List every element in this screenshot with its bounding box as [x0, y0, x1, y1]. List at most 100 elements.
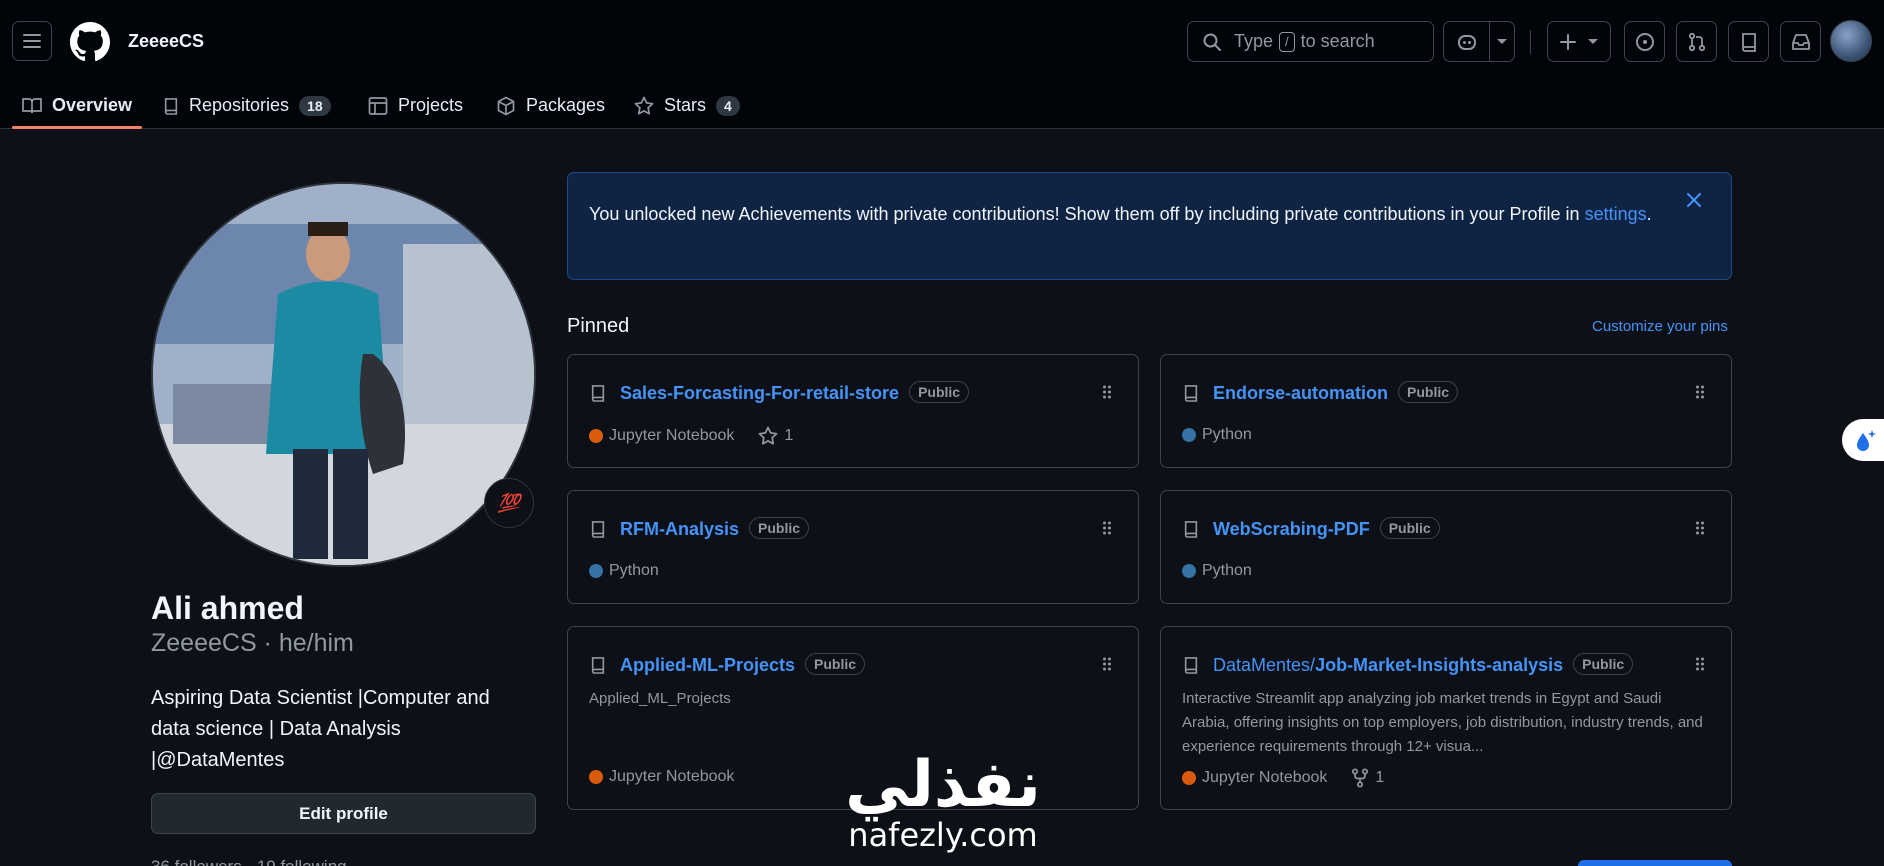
- package-icon: [497, 96, 515, 115]
- pinned-repo-link[interactable]: WebScrabing-PDF Public: [1213, 517, 1440, 540]
- pull-request-icon: [1688, 32, 1705, 51]
- star-icon: [634, 96, 654, 115]
- repo-icon: [591, 385, 605, 402]
- repo-name[interactable]: RFM-Analysis: [620, 519, 739, 539]
- context-owner[interactable]: ZeeeeCS: [128, 31, 204, 52]
- repo-icon: [591, 521, 605, 538]
- settings-link[interactable]: settings: [1585, 204, 1647, 224]
- tab-stars[interactable]: Stars 4: [634, 82, 740, 129]
- drag-handle[interactable]: [1102, 520, 1112, 536]
- profile-avatar[interactable]: [151, 182, 536, 567]
- pinned-repo-link[interactable]: Endorse-automation Public: [1213, 381, 1459, 404]
- pinned-repo-link[interactable]: Sales-Forcasting-For-retail-store Public: [620, 381, 970, 404]
- grip-icon: [1696, 521, 1704, 535]
- repo-meta: Python: [589, 562, 659, 580]
- menu-icon: [23, 34, 41, 48]
- tab-projects-label: Projects: [398, 95, 464, 115]
- language-label: Python: [1202, 562, 1252, 579]
- drag-handle[interactable]: [1102, 656, 1112, 672]
- grip-icon: [1103, 385, 1111, 399]
- search-shortcut-key: /: [1279, 31, 1295, 52]
- profile-name: Ali ahmed: [151, 590, 304, 626]
- edit-profile-button[interactable]: Edit profile: [151, 793, 536, 834]
- repo-icon: [591, 657, 605, 674]
- language-color-dot: [589, 564, 603, 578]
- pinned-repo-link[interactable]: DataMentes/Job-Market-Insights-analysis P…: [1213, 653, 1634, 676]
- tab-packages[interactable]: Packages: [496, 82, 605, 129]
- user-avatar-menu[interactable]: [1830, 20, 1872, 62]
- pull-requests-button[interactable]: [1676, 21, 1717, 62]
- fork-icon: [1352, 768, 1369, 788]
- copilot-icon: [1457, 34, 1476, 50]
- chevron-down-icon: [1588, 38, 1598, 44]
- followers-following[interactable]: 36 followers · 19 following: [151, 857, 347, 866]
- repo-stars[interactable]: 1: [758, 426, 793, 446]
- tab-overview[interactable]: Overview: [11, 82, 143, 129]
- repo-language: Jupyter Notebook: [589, 427, 734, 445]
- repo-name[interactable]: Job-Market-Insights-analysis: [1315, 655, 1563, 675]
- tab-projects[interactable]: Projects: [368, 82, 463, 129]
- tab-repositories-count: 18: [299, 95, 331, 116]
- inbox-icon: [1791, 33, 1810, 50]
- floating-assistant-button[interactable]: [1842, 419, 1884, 461]
- repo-language: Python: [1182, 426, 1252, 444]
- repo-name[interactable]: WebScrabing-PDF: [1213, 519, 1370, 539]
- visibility-badge: Public: [749, 517, 810, 539]
- profile-bio: Aspiring Data Scientist |Computer and da…: [151, 687, 490, 771]
- pinned-repo-link[interactable]: RFM-Analysis Public: [620, 517, 810, 540]
- star-count: 1: [784, 427, 794, 444]
- repo-language: Python: [589, 562, 659, 580]
- drag-handle[interactable]: [1695, 384, 1705, 400]
- tab-stars-count: 4: [716, 95, 740, 116]
- repo-name[interactable]: Endorse-automation: [1213, 383, 1388, 403]
- grip-icon: [1103, 521, 1111, 535]
- language-color-dot: [1182, 771, 1196, 785]
- site-watermark: نفذلي nafezly.com: [833, 753, 1053, 853]
- copilot-dropdown-button[interactable]: [1490, 22, 1514, 61]
- language-color-dot: [589, 429, 603, 443]
- chevron-down-icon: [1497, 38, 1507, 44]
- flash-message: You unlocked new Achievements with priva…: [589, 204, 1585, 224]
- repo-owner[interactable]: DataMentes/: [1213, 655, 1315, 675]
- issues-button[interactable]: [1624, 21, 1665, 62]
- github-logo-icon: [70, 22, 110, 62]
- grip-icon: [1103, 657, 1111, 671]
- inbox-button[interactable]: [1780, 21, 1821, 62]
- repo-name[interactable]: Sales-Forcasting-For-retail-store: [620, 383, 899, 403]
- grip-icon: [1696, 657, 1704, 671]
- flash-end: .: [1646, 204, 1652, 224]
- drag-handle[interactable]: [1695, 520, 1705, 536]
- repo-meta: Jupyter Notebook 1: [1182, 768, 1384, 788]
- copilot-button[interactable]: [1444, 22, 1490, 61]
- language-color-dot: [1182, 564, 1196, 578]
- visibility-badge: Public: [1398, 381, 1459, 403]
- repo-description: Applied_ML_Projects: [589, 690, 731, 707]
- github-logo[interactable]: [70, 22, 110, 62]
- close-flash-button[interactable]: [1687, 193, 1701, 207]
- tab-packages-label: Packages: [526, 95, 606, 115]
- visibility-badge: Public: [1379, 517, 1440, 539]
- copilot-button-group: [1443, 21, 1515, 62]
- tab-repositories[interactable]: Repositories 18: [163, 82, 331, 129]
- repo-icon: [1184, 385, 1198, 402]
- repo-name[interactable]: Applied-ML-Projects: [620, 655, 795, 675]
- pinned-repo-link[interactable]: Applied-ML-Projects Public: [620, 653, 866, 676]
- table-icon: [368, 96, 388, 115]
- repo-forks[interactable]: 1: [1351, 768, 1384, 788]
- create-new-button[interactable]: [1547, 21, 1611, 62]
- drag-handle[interactable]: [1695, 656, 1705, 672]
- contribution-settings-button[interactable]: [1578, 860, 1732, 866]
- customize-pins-link[interactable]: Customize your pins: [1592, 318, 1728, 335]
- achievements-flash-banner: You unlocked new Achievements with priva…: [567, 172, 1732, 280]
- search-input[interactable]: Type / to search: [1187, 21, 1434, 62]
- global-header: ZeeeeCS Type / to search Overview Reposi…: [0, 0, 1884, 129]
- repositories-button[interactable]: [1728, 21, 1769, 62]
- repo-meta: Python: [1182, 562, 1252, 580]
- drag-handle[interactable]: [1102, 384, 1112, 400]
- menu-button[interactable]: [12, 21, 52, 61]
- repo-language: Jupyter Notebook: [589, 768, 734, 786]
- status-emoji-badge[interactable]: 💯: [484, 478, 534, 528]
- repo-language: Python: [1182, 562, 1252, 580]
- header-divider: [1530, 30, 1531, 54]
- profile-photo: [153, 184, 534, 565]
